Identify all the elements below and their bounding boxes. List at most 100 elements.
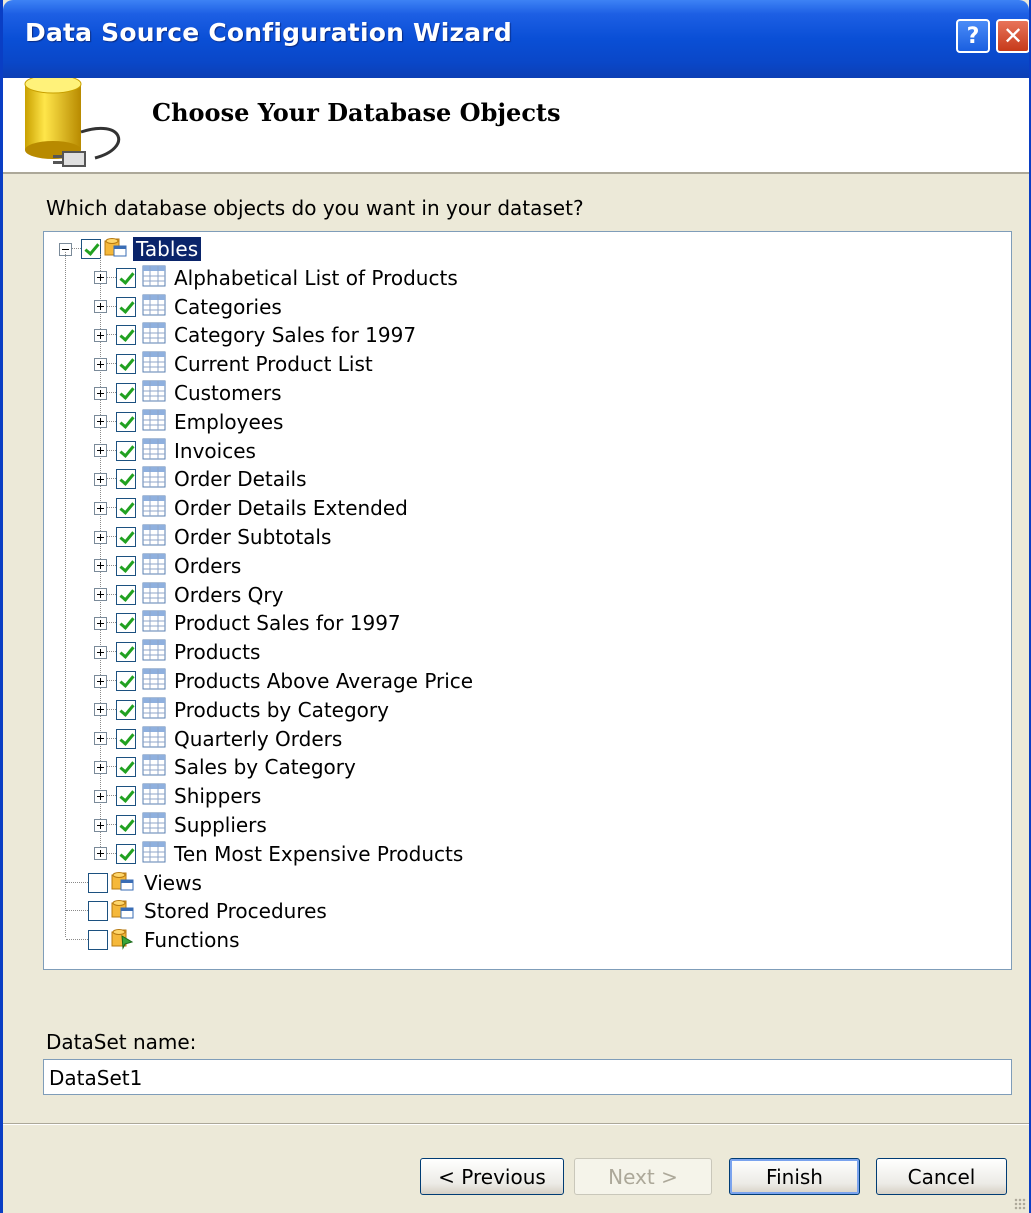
tree-node-table[interactable]: Order Details — [94, 465, 307, 493]
help-button[interactable]: ? — [956, 19, 990, 53]
tree-node-table[interactable]: Products — [94, 638, 260, 666]
expand-icon[interactable] — [94, 703, 107, 717]
tree-node-table[interactable]: Alphabetical List of Products — [94, 264, 458, 292]
tree-node-table[interactable]: Orders Qry — [94, 581, 283, 609]
tree-node-label[interactable]: Shippers — [174, 784, 261, 808]
next-button[interactable]: Next > — [574, 1158, 712, 1195]
expand-icon[interactable] — [94, 588, 107, 602]
tree-node-table[interactable]: Shippers — [94, 782, 261, 810]
database-objects-tree[interactable]: Tables Alphabetical List of Products Categ… — [43, 231, 1012, 970]
table-checkbox[interactable] — [116, 786, 136, 807]
tree-node-label[interactable]: Customers — [174, 381, 282, 405]
tree-node-table[interactable]: Product Sales for 1997 — [94, 609, 401, 637]
tree-node-label[interactable]: Products — [174, 640, 260, 664]
table-checkbox[interactable] — [116, 469, 136, 490]
tree-node-table[interactable]: Customers — [94, 379, 282, 407]
tree-node-label[interactable]: Tables — [133, 237, 202, 261]
tree-node-table[interactable]: Suppliers — [94, 811, 267, 839]
table-checkbox[interactable] — [116, 267, 136, 288]
tree-node-label[interactable]: Stored Procedures — [144, 899, 327, 923]
finish-button[interactable]: Finish — [729, 1158, 860, 1195]
tree-node-label[interactable]: Ten Most Expensive Products — [174, 842, 463, 866]
table-checkbox[interactable] — [116, 354, 136, 375]
previous-button[interactable]: < Previous — [420, 1158, 564, 1195]
cancel-button[interactable]: Cancel — [876, 1158, 1007, 1195]
tree-node-label[interactable]: Order Details — [174, 467, 307, 491]
tree-node-table[interactable]: Order Subtotals — [94, 523, 331, 551]
tree-node-label[interactable]: Category Sales for 1997 — [174, 323, 416, 347]
expand-icon[interactable] — [94, 357, 107, 371]
tree-node-tables[interactable]: Tables — [59, 235, 202, 263]
expand-icon[interactable] — [94, 789, 107, 803]
tree-node-table[interactable]: Current Product List — [94, 350, 373, 378]
views-checkbox[interactable] — [88, 872, 108, 893]
table-checkbox[interactable] — [116, 584, 136, 605]
expand-icon[interactable] — [94, 501, 107, 515]
tree-node-label[interactable]: Current Product List — [174, 352, 373, 376]
expand-icon[interactable] — [94, 271, 107, 285]
expand-icon[interactable] — [94, 559, 107, 573]
tables-checkbox[interactable] — [81, 239, 101, 259]
tree-node-label[interactable]: Order Details Extended — [174, 496, 408, 520]
expand-icon[interactable] — [94, 732, 107, 746]
title-bar[interactable]: Data Source Configuration Wizard ? ✕ — [3, 0, 1029, 78]
close-button[interactable]: ✕ — [996, 19, 1029, 53]
dataset-name-input[interactable]: DataSet1 — [43, 1059, 1012, 1095]
table-checkbox[interactable] — [116, 555, 136, 576]
expand-icon[interactable] — [94, 530, 107, 544]
functions-checkbox[interactable] — [88, 930, 108, 951]
table-checkbox[interactable] — [116, 728, 136, 749]
tree-node-label[interactable]: Product Sales for 1997 — [174, 611, 401, 635]
tree-node-stored-procedures[interactable]: Stored Procedures — [66, 897, 327, 925]
tree-node-table[interactable]: Category Sales for 1997 — [94, 321, 416, 349]
tree-node-table[interactable]: Products Above Average Price — [94, 667, 473, 695]
table-checkbox[interactable] — [116, 757, 136, 778]
table-checkbox[interactable] — [116, 671, 136, 691]
tree-node-table[interactable]: Categories — [94, 293, 282, 321]
table-checkbox[interactable] — [116, 815, 136, 835]
tree-node-functions[interactable]: Functions — [66, 926, 240, 954]
tree-node-table[interactable]: Order Details Extended — [94, 494, 408, 522]
tree-node-table[interactable]: Ten Most Expensive Products — [94, 840, 463, 868]
expand-icon[interactable] — [94, 415, 107, 429]
tree-node-table[interactable]: Quarterly Orders — [94, 725, 342, 753]
tree-node-label[interactable]: Quarterly Orders — [174, 727, 342, 751]
tree-node-label[interactable]: Categories — [174, 295, 282, 319]
tree-node-table[interactable]: Invoices — [94, 437, 256, 465]
table-checkbox[interactable] — [116, 699, 136, 720]
tree-node-label[interactable]: Alphabetical List of Products — [174, 266, 458, 290]
tree-node-label[interactable]: Invoices — [174, 439, 256, 463]
expand-icon[interactable] — [94, 300, 107, 314]
tree-node-table[interactable]: Products by Category — [94, 696, 389, 724]
expand-icon[interactable] — [94, 386, 107, 400]
table-checkbox[interactable] — [116, 613, 136, 634]
table-checkbox[interactable] — [116, 383, 136, 403]
tree-node-label[interactable]: Orders Qry — [174, 583, 283, 607]
tree-node-label[interactable]: Views — [144, 871, 202, 895]
tree-node-label[interactable]: Functions — [144, 928, 240, 952]
table-checkbox[interactable] — [116, 296, 136, 317]
tree-node-table[interactable]: Employees — [94, 408, 283, 436]
expand-icon[interactable] — [94, 818, 107, 832]
tree-node-label[interactable]: Sales by Category — [174, 755, 356, 779]
expand-icon[interactable] — [94, 645, 107, 659]
expand-icon[interactable] — [94, 616, 107, 630]
table-checkbox[interactable] — [116, 527, 136, 547]
tree-node-table[interactable]: Sales by Category — [94, 753, 356, 781]
tree-node-label[interactable]: Suppliers — [174, 813, 267, 837]
table-checkbox[interactable] — [116, 498, 136, 519]
tree-node-label[interactable]: Products by Category — [174, 698, 389, 722]
tree-node-table[interactable]: Orders — [94, 552, 241, 580]
expand-icon[interactable] — [94, 760, 107, 774]
table-checkbox[interactable] — [116, 843, 136, 864]
expand-icon[interactable] — [94, 674, 107, 688]
expand-icon[interactable] — [94, 847, 107, 861]
table-checkbox[interactable] — [116, 325, 136, 346]
tree-node-label[interactable]: Order Subtotals — [174, 525, 331, 549]
table-checkbox[interactable] — [116, 411, 136, 432]
stored-procedures-checkbox[interactable] — [88, 901, 108, 922]
expand-icon[interactable] — [94, 444, 107, 458]
tree-node-label[interactable]: Employees — [174, 410, 283, 434]
table-checkbox[interactable] — [116, 642, 136, 663]
tree-node-label[interactable]: Orders — [174, 554, 241, 578]
